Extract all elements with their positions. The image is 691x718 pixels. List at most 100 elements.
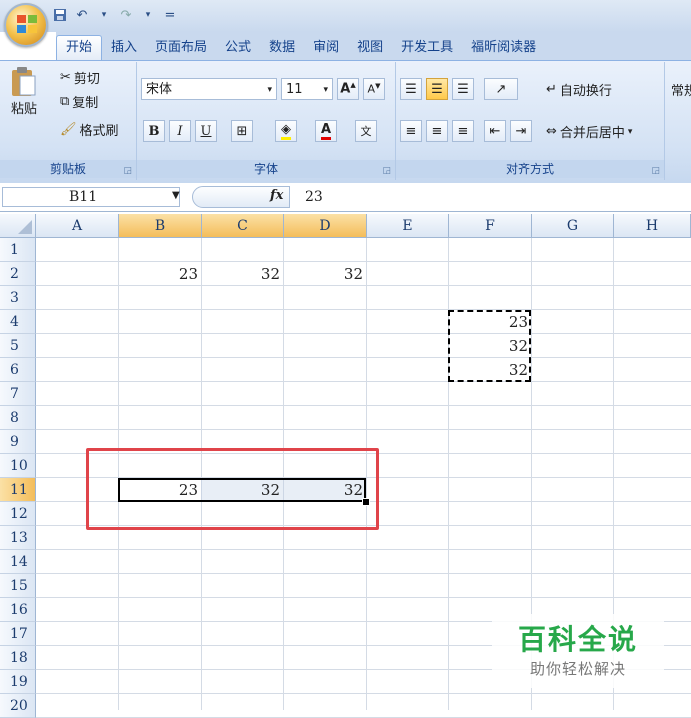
redo-icon[interactable]: ↷ xyxy=(118,7,134,23)
wrap-text-icon: ↵ xyxy=(546,82,557,97)
row-header-10[interactable]: 10 xyxy=(0,454,36,478)
row-header-8[interactable]: 8 xyxy=(0,406,36,430)
tab-developer[interactable]: 开发工具 xyxy=(392,36,462,60)
tab-formulas[interactable]: 公式 xyxy=(216,36,260,60)
merge-center-button[interactable]: ⇔ 合并后居中 ▾ xyxy=(546,122,632,141)
row-header-17[interactable]: 17 xyxy=(0,622,36,646)
row-header-3[interactable]: 3 xyxy=(0,286,36,310)
row-header-5[interactable]: 5 xyxy=(0,334,36,358)
select-all-corner[interactable] xyxy=(0,214,36,238)
row-header-14[interactable]: 14 xyxy=(0,550,36,574)
cell-d2[interactable]: 32 xyxy=(284,262,366,286)
watermark-title: 百科全说 xyxy=(517,623,638,656)
format-painter-button[interactable]: 🖌 格式刷 xyxy=(60,120,119,139)
insert-function-button[interactable]: fx xyxy=(270,188,283,203)
column-header-g[interactable]: G xyxy=(532,214,614,238)
align-top-button[interactable]: ☰ xyxy=(400,78,422,100)
chevron-down-icon[interactable]: ▼ xyxy=(172,190,180,201)
column-header-h[interactable]: H xyxy=(614,214,691,238)
watermark: 百科全说 助你轻松解决 xyxy=(492,614,664,688)
row-header-20[interactable]: 20 xyxy=(0,694,36,718)
brush-icon: 🖌 xyxy=(60,122,77,137)
dialog-launcher-icon[interactable]: ◲ xyxy=(651,166,660,176)
underline-button[interactable]: U xyxy=(195,120,217,142)
font-label: 字体 xyxy=(137,160,395,178)
row-header-12[interactable]: 12 xyxy=(0,502,36,526)
align-right-button[interactable]: ≡ xyxy=(452,120,474,142)
row-header-6[interactable]: 6 xyxy=(0,358,36,382)
dialog-launcher-icon[interactable]: ◲ xyxy=(123,166,132,176)
number-format-select[interactable]: 常规 xyxy=(671,80,691,99)
tab-home[interactable]: 开始 xyxy=(56,35,103,60)
orientation-button[interactable]: ↗ xyxy=(484,78,518,100)
column-header-b[interactable]: B xyxy=(119,214,202,238)
wrap-text-button[interactable]: ↵ 自动换行 xyxy=(546,80,612,99)
row-header-9[interactable]: 9 xyxy=(0,430,36,454)
grid-line xyxy=(36,693,691,694)
row-header-15[interactable]: 15 xyxy=(0,574,36,598)
formula-input[interactable]: 23 xyxy=(305,189,323,205)
clipboard-group: 粘贴 ✂ 剪切 ⧉ 复制 🖌 格式刷 剪贴板 ◲ xyxy=(0,62,137,180)
decrease-indent-button[interactable]: ⇤ xyxy=(484,120,506,142)
font-name-select[interactable]: 宋体 ▾ xyxy=(141,78,277,100)
grid-line xyxy=(36,573,691,574)
row-header-7[interactable]: 7 xyxy=(0,382,36,406)
undo-icon[interactable]: ↶ xyxy=(74,7,90,23)
tab-view[interactable]: 视图 xyxy=(348,36,392,60)
office-logo-icon xyxy=(17,15,37,33)
cell-b2[interactable]: 23 xyxy=(119,262,201,286)
tab-foxit[interactable]: 福昕阅读器 xyxy=(462,36,545,60)
phonetic-button[interactable]: 文 xyxy=(355,120,377,142)
cell-c2[interactable]: 32 xyxy=(202,262,283,286)
column-header-a[interactable]: A xyxy=(36,214,119,238)
tab-page-layout[interactable]: 页面布局 xyxy=(146,36,216,60)
increase-indent-button[interactable]: ⇥ xyxy=(510,120,532,142)
spreadsheet-grid[interactable]: A B C D E F G H 1 2 3 4 5 6 7 8 9 10 11 12 13 14 15 16 1… xyxy=(0,214,691,718)
paint-bucket-icon: ◈ xyxy=(281,122,291,140)
align-center-button[interactable]: ≡ xyxy=(426,120,448,142)
grow-font-button[interactable]: A▲ xyxy=(337,78,359,100)
font-color-button[interactable]: A xyxy=(315,120,337,142)
row-header-13[interactable]: 13 xyxy=(0,526,36,550)
cut-button[interactable]: ✂ 剪切 xyxy=(60,68,100,87)
chevron-down-icon[interactable]: ▾ xyxy=(96,7,112,23)
align-left-button[interactable]: ≡ xyxy=(400,120,422,142)
alignment-group: ☰ ☰ ☰ ↗ ≡ ≡ ≡ ⇤ ⇥ ↵ 自动换行 ⇔ 合并后居中 ▾ 对齐方式 ◲ xyxy=(396,62,665,180)
paste-button[interactable]: 粘贴 xyxy=(10,66,38,117)
customize-qat-icon[interactable]: = xyxy=(162,7,178,23)
tab-insert[interactable]: 插入 xyxy=(102,36,146,60)
grid-line xyxy=(36,405,691,406)
fill-color-button[interactable]: ◈ xyxy=(275,120,297,142)
font-size-select[interactable]: 11 ▾ xyxy=(281,78,333,100)
row-header-4[interactable]: 4 xyxy=(0,310,36,334)
copy-button[interactable]: ⧉ 复制 xyxy=(60,92,98,111)
chevron-down-icon[interactable]: ▾ xyxy=(140,7,156,23)
bold-button[interactable]: B xyxy=(143,120,165,142)
dialog-launcher-icon[interactable]: ◲ xyxy=(382,166,391,176)
shrink-font-button[interactable]: A▼ xyxy=(363,78,385,100)
column-header-f[interactable]: F xyxy=(449,214,532,238)
column-header-c[interactable]: C xyxy=(202,214,284,238)
align-bottom-icon: ☰ xyxy=(457,81,469,97)
name-box[interactable]: B11 xyxy=(2,187,180,207)
align-middle-icon: ☰ xyxy=(431,81,443,97)
align-bottom-button[interactable]: ☰ xyxy=(452,78,474,100)
tab-review[interactable]: 审阅 xyxy=(304,36,348,60)
column-header-e[interactable]: E xyxy=(367,214,449,238)
save-icon[interactable] xyxy=(52,7,68,23)
align-right-icon: ≡ xyxy=(457,123,469,139)
shrink-font-icon: A▼ xyxy=(367,82,381,96)
row-header-16[interactable]: 16 xyxy=(0,598,36,622)
column-header-d[interactable]: D xyxy=(284,214,367,238)
align-middle-button[interactable]: ☰ xyxy=(426,78,448,100)
italic-button[interactable]: I xyxy=(169,120,191,142)
row-header-1[interactable]: 1 xyxy=(0,238,36,262)
border-button[interactable]: ⊞ xyxy=(231,120,253,142)
clipboard-label: 剪贴板 xyxy=(0,160,136,178)
row-header-11[interactable]: 11 xyxy=(0,478,36,502)
row-header-19[interactable]: 19 xyxy=(0,670,36,694)
row-header-18[interactable]: 18 xyxy=(0,646,36,670)
tab-data[interactable]: 数据 xyxy=(260,36,304,60)
font-group: 宋体 ▾ 11 ▾ A▲ A▼ B I U ⊞ ◈ A 文 字体 ◲ xyxy=(137,62,396,180)
row-header-2[interactable]: 2 xyxy=(0,262,36,286)
